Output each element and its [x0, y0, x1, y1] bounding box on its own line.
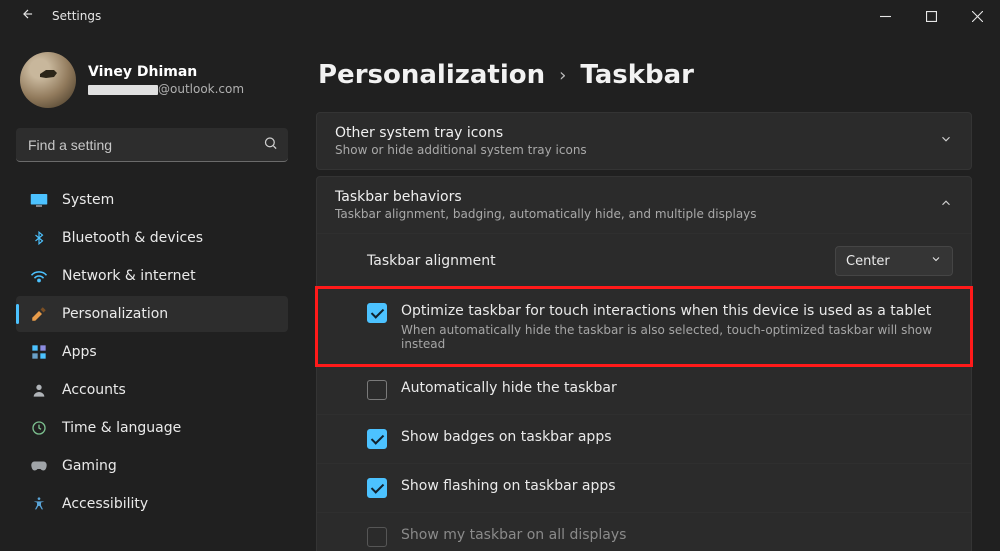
option-label: Optimize taskbar for touch interactions … [401, 303, 953, 319]
option-label: Show badges on taskbar apps [401, 429, 953, 445]
section-subtitle: Show or hide additional system tray icon… [335, 143, 939, 157]
back-button[interactable] [8, 7, 48, 25]
chevron-down-icon [939, 132, 953, 150]
sidebar-item-gaming[interactable]: Gaming [16, 448, 288, 484]
row-all-displays: Show my taskbar on all displays [317, 512, 971, 551]
auto-hide-checkbox[interactable] [367, 380, 387, 400]
accessibility-icon [30, 495, 48, 513]
section-taskbar-behaviors: Taskbar behaviors Taskbar alignment, bad… [316, 176, 972, 551]
chevron-up-icon [939, 196, 953, 214]
sidebar-item-accounts[interactable]: Accounts [16, 372, 288, 408]
nav: System Bluetooth & devices Network & int… [16, 182, 288, 522]
sidebar-item-apps[interactable]: Apps [16, 334, 288, 370]
sidebar-item-accessibility[interactable]: Accessibility [16, 486, 288, 522]
sidebar-item-personalization[interactable]: Personalization [16, 296, 288, 332]
search-input[interactable] [16, 128, 288, 162]
option-label: Show my taskbar on all displays [401, 527, 953, 543]
close-icon [972, 11, 983, 22]
sidebar-item-label: Network & internet [62, 268, 196, 284]
gaming-icon [30, 457, 48, 475]
chevron-down-icon [930, 253, 942, 269]
window-title: Settings [52, 9, 101, 23]
sidebar-item-label: Bluetooth & devices [62, 230, 203, 246]
section-title: Other system tray icons [335, 125, 939, 141]
network-icon [30, 267, 48, 285]
sidebar-item-label: Accounts [62, 382, 126, 398]
section-tray-icons[interactable]: Other system tray icons Show or hide add… [316, 112, 972, 170]
bluetooth-icon [30, 229, 48, 247]
sidebar-item-label: Personalization [62, 306, 168, 322]
row-auto-hide[interactable]: Automatically hide the taskbar [317, 365, 971, 414]
sidebar-item-label: Gaming [62, 458, 117, 474]
user-name: Viney Dhiman [88, 64, 244, 80]
section-title: Taskbar behaviors [335, 189, 939, 205]
option-label: Show flashing on taskbar apps [401, 478, 953, 494]
breadcrumb-parent[interactable]: Personalization [318, 60, 545, 90]
option-label: Automatically hide the taskbar [401, 380, 953, 396]
optimize-touch-checkbox[interactable] [367, 303, 387, 323]
sidebar-item-label: Accessibility [62, 496, 148, 512]
personalization-icon [30, 305, 48, 323]
sidebar-item-label: Time & language [62, 420, 181, 436]
option-label: Taskbar alignment [367, 253, 835, 269]
breadcrumb-current: Taskbar [580, 60, 694, 90]
close-button[interactable] [954, 0, 1000, 32]
row-optimize-touch[interactable]: Optimize taskbar for touch interactions … [317, 288, 971, 365]
back-arrow-icon [21, 7, 35, 21]
show-badges-checkbox[interactable] [367, 429, 387, 449]
breadcrumb: Personalization › Taskbar [318, 60, 972, 90]
sidebar-item-label: System [62, 192, 114, 208]
row-show-badges[interactable]: Show badges on taskbar apps [317, 414, 971, 463]
avatar [20, 52, 76, 108]
system-icon [30, 191, 48, 209]
user-email: @outlook.com [88, 82, 244, 96]
sidebar-item-label: Apps [62, 344, 97, 360]
chevron-right-icon: › [559, 65, 566, 86]
account-profile[interactable]: Viney Dhiman @outlook.com [16, 42, 288, 122]
apps-icon [30, 343, 48, 361]
minimize-icon [880, 11, 891, 22]
minimize-button[interactable] [862, 0, 908, 32]
section-header[interactable]: Taskbar behaviors Taskbar alignment, bad… [317, 177, 971, 233]
all-displays-checkbox [367, 527, 387, 547]
sidebar-item-time[interactable]: Time & language [16, 410, 288, 446]
time-icon [30, 419, 48, 437]
show-flashing-checkbox[interactable] [367, 478, 387, 498]
section-subtitle: Taskbar alignment, badging, automaticall… [335, 207, 939, 221]
maximize-button[interactable] [908, 0, 954, 32]
sidebar-item-bluetooth[interactable]: Bluetooth & devices [16, 220, 288, 256]
sidebar-item-network[interactable]: Network & internet [16, 258, 288, 294]
maximize-icon [926, 11, 937, 22]
alignment-select[interactable]: Center [835, 246, 953, 276]
option-subtext: When automatically hide the taskbar is a… [401, 323, 953, 351]
search-box[interactable] [16, 128, 288, 162]
redacted-text [88, 85, 158, 95]
row-show-flashing[interactable]: Show flashing on taskbar apps [317, 463, 971, 512]
row-taskbar-alignment: Taskbar alignment Center [317, 233, 971, 288]
sidebar: Viney Dhiman @outlook.com System Bluetoo… [0, 32, 300, 551]
accounts-icon [30, 381, 48, 399]
main-content: Personalization › Taskbar Other system t… [300, 32, 1000, 551]
select-value: Center [846, 254, 890, 269]
titlebar: Settings [0, 0, 1000, 32]
sidebar-item-system[interactable]: System [16, 182, 288, 218]
